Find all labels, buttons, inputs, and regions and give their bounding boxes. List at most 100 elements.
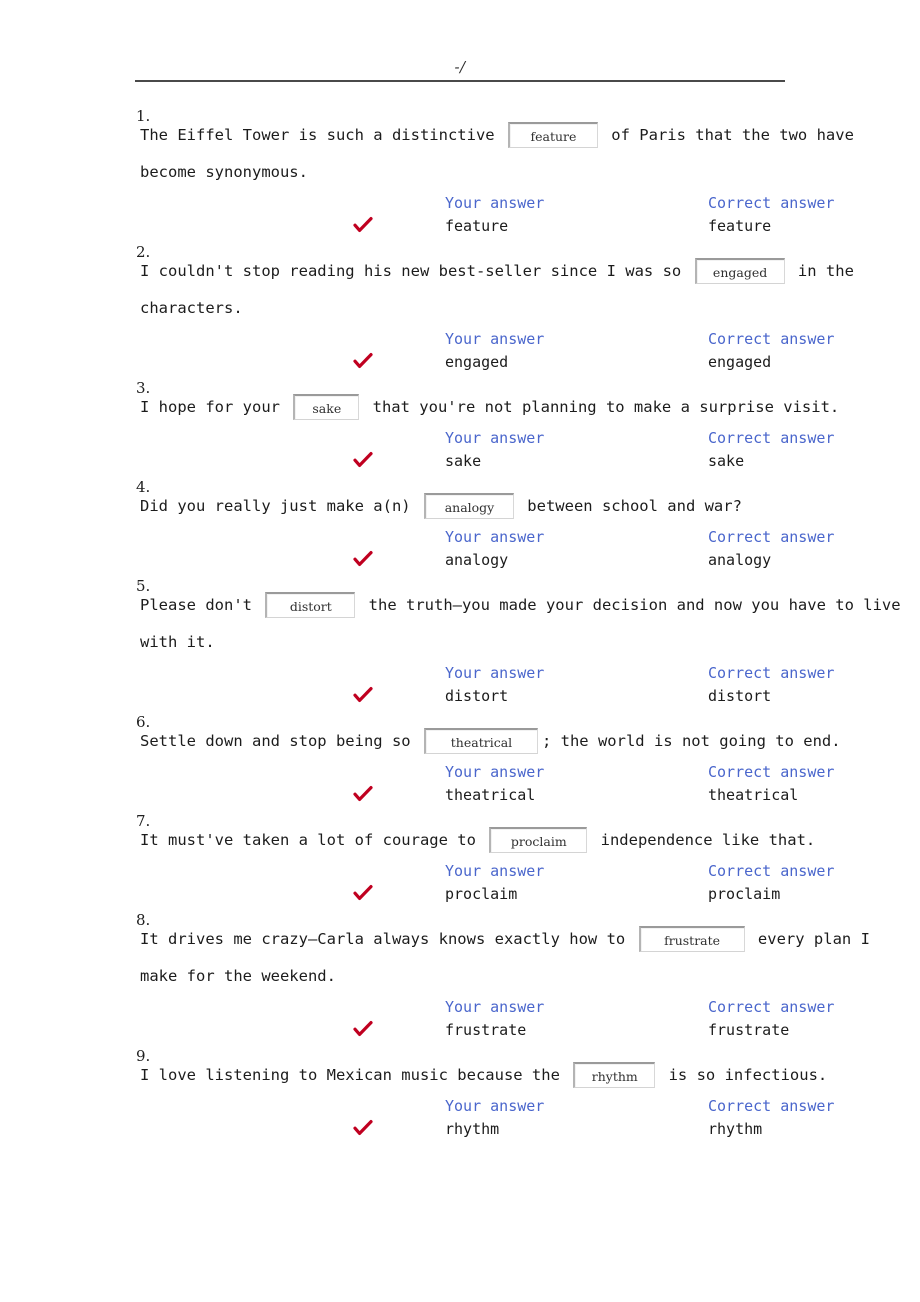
correct-answer-label: Correct answer [708,429,835,447]
check-mark-icon [352,1018,374,1040]
your-answer-label: Your answer [445,1097,545,1115]
sentence-text-before: I hope for your [140,398,290,416]
answer-input-box[interactable]: proclaim [489,826,588,853]
your-answer-label: Your answer [445,194,545,212]
correct-answer-label: Correct answer [708,763,835,781]
sentence-text-after: between school and war? [517,497,742,515]
sentence-text-after: independence like that. [591,831,816,849]
question-number: 1. [136,107,151,125]
correct-answer-label: Correct answer [708,528,835,546]
sentence-text-before: Did you really just make a(n) [140,497,420,515]
your-answer-value: theatrical [445,786,536,804]
correct-answer-value: feature [708,217,772,235]
header-divider [135,80,785,82]
check-mark-icon [352,882,374,904]
question-sentence: It must've taken a lot of courage to pro… [140,813,910,859]
your-answer-label: Your answer [445,528,545,546]
answer-comparison: Your answer Correct answer engaged engaged [140,328,910,380]
answer-comparison: Your answer Correct answer proclaim proclai… [140,860,910,912]
question-number: 8. [136,911,151,929]
your-answer-value: distort [445,687,509,705]
correct-answer-value: engaged [708,353,772,371]
sentence-text-after: is so infectious. [659,1066,828,1084]
correct-answer-value: analogy [708,551,772,569]
sentence-text-before: I couldn't stop reading his new best-sel… [140,262,691,280]
question-sentence: Did you really just make a(n) analogy be… [140,479,910,525]
question-sentence: It drives me crazy—Carla always knows ex… [140,912,910,995]
your-answer-label: Your answer [445,763,545,781]
correct-answer-label: Correct answer [708,664,835,682]
your-answer-value: rhythm [445,1120,500,1138]
your-answer-label: Your answer [445,664,545,682]
your-answer-label: Your answer [445,330,545,348]
correct-answer-label: Correct answer [708,862,835,880]
check-mark-icon [352,214,374,236]
sentence-text-after: that you're not planning to make a surpr… [363,398,840,416]
your-answer-label: Your answer [445,429,545,447]
correct-answer-value: sake [708,452,745,470]
check-mark-icon [352,783,374,805]
answer-input-box[interactable]: distort [265,591,356,618]
answer-input-box[interactable]: engaged [694,257,785,284]
correct-answer-value: distort [708,687,772,705]
question-sentence: I hope for your sake that you're not pla… [140,380,910,426]
correct-answer-value: frustrate [708,1021,790,1039]
question-item: 4. Did you really just make a(n) analogy … [0,479,920,578]
check-mark-icon [352,350,374,372]
your-answer-value: sake [445,452,482,470]
correct-answer-label: Correct answer [708,1097,835,1115]
check-mark-icon [352,449,374,471]
page-header: -/ [135,58,785,82]
correct-answer-value: proclaim [708,885,781,903]
sentence-text-before: It must've taken a lot of courage to [140,831,486,849]
answer-input-box[interactable]: rhythm [573,1061,656,1088]
correct-answer-label: Correct answer [708,998,835,1016]
question-item: 5. Please don't distort the truth—you mad… [0,578,920,714]
question-number: 6. [136,713,151,731]
question-item: 3. I hope for your sake that you're not p… [0,380,920,479]
correct-answer-value: theatrical [708,786,799,804]
question-list: 1. The Eiffel Tower is such a distinctive… [0,108,920,1147]
answer-input-box[interactable]: sake [293,393,360,420]
your-answer-value: engaged [445,353,509,371]
sentence-text-before: The Eiffel Tower is such a distinctive [140,126,504,144]
question-item: 7. It must've taken a lot of courage to p… [0,813,920,912]
sentence-text-after: ; the world is not going to end. [541,732,841,750]
sentence-text-before: I love listening to Mexican music becaus… [140,1066,570,1084]
correct-answer-value: rhythm [708,1120,763,1138]
question-sentence: Settle down and stop being so theatrical… [140,714,910,760]
correct-answer-label: Correct answer [708,330,835,348]
answer-input-box[interactable]: frustrate [638,925,745,952]
sentence-text-before: Settle down and stop being so [140,732,420,750]
answer-comparison: Your answer Correct answer frustrate frustr… [140,996,910,1048]
check-mark-icon [352,548,374,570]
question-number: 7. [136,812,151,830]
question-number: 9. [136,1047,151,1065]
answer-comparison: Your answer Correct answer analogy analogy [140,526,910,578]
question-item: 9. I love listening to Mexican music beca… [0,1048,920,1147]
question-number: 3. [136,379,151,397]
correct-answer-label: Correct answer [708,194,835,212]
your-answer-value: analogy [445,551,509,569]
answer-input-box[interactable]: feature [507,121,598,148]
check-mark-icon [352,684,374,706]
answer-comparison: Your answer Correct answer theatrical theat… [140,761,910,813]
answer-input-box[interactable]: analogy [423,492,514,519]
your-answer-value: feature [445,217,509,235]
answer-input-box[interactable]: theatrical [423,727,538,754]
answer-comparison: Your answer Correct answer rhythm rhythm [140,1095,910,1147]
question-sentence: Please don't distort the truth—you made … [140,578,910,661]
question-number: 4. [136,478,151,496]
sentence-text-before: It drives me crazy—Carla always knows ex… [140,930,635,948]
question-sentence: The Eiffel Tower is such a distinctive f… [140,108,910,191]
score-display: -/ [454,58,466,76]
question-sentence: I love listening to Mexican music becaus… [140,1048,910,1094]
question-number: 2. [136,243,151,261]
question-sentence: I couldn't stop reading his new best-sel… [140,244,910,327]
answer-comparison: Your answer Correct answer feature feature [140,192,910,244]
quiz-results-page: -/ 1. The Eiffel Tower is such a distinct… [0,0,920,1302]
sentence-text-before: Please don't [140,596,262,614]
question-item: 2. I couldn't stop reading his new best-s… [0,244,920,380]
your-answer-label: Your answer [445,998,545,1016]
question-item: 1. The Eiffel Tower is such a distinctive… [0,108,920,244]
